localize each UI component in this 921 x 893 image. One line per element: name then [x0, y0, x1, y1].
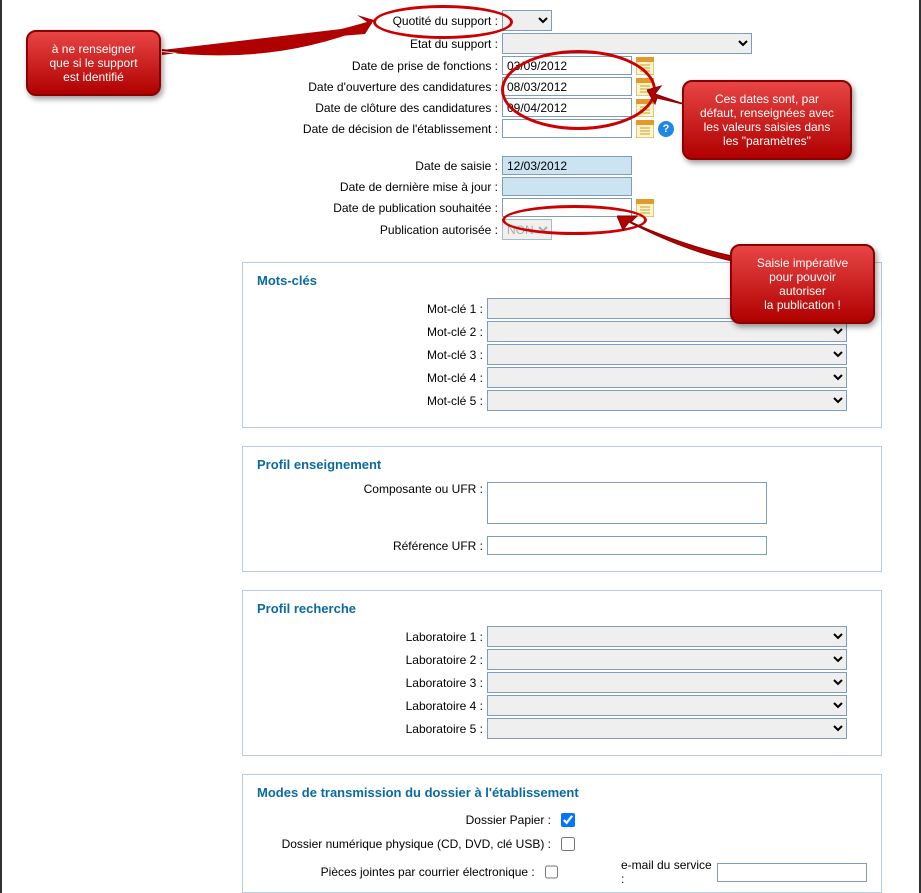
calendar-icon[interactable]	[636, 57, 654, 75]
pj-email-label: Pièces jointes par courrier électronique…	[257, 865, 541, 879]
labo1-select[interactable]	[487, 626, 847, 647]
date-prise-fonctions-input[interactable]	[502, 56, 632, 75]
motcle4-label: Mot-clé 4 :	[257, 371, 487, 385]
profil-rech-panel: Profil recherche Laboratoire 1 : Laborat…	[242, 590, 882, 756]
email-service-label: e-mail du service :	[621, 858, 717, 886]
modes-panel: Modes de transmission du dossier à l'éta…	[242, 774, 882, 893]
motcle4-select[interactable]	[487, 367, 847, 388]
dossier-papier-checkbox[interactable]	[561, 813, 575, 827]
labo5-select[interactable]	[487, 718, 847, 739]
date-maj-label: Date de dernière mise à jour :	[242, 180, 502, 194]
profil-ens-panel: Profil enseignement Composante ou UFR : …	[242, 446, 882, 572]
labo3-label: Laboratoire 3 :	[257, 676, 487, 690]
labo2-label: Laboratoire 2 :	[257, 653, 487, 667]
ref-ufr-input[interactable]	[487, 536, 767, 555]
profil-rech-title: Profil recherche	[257, 601, 867, 616]
labo2-select[interactable]	[487, 649, 847, 670]
date-pub-label: Date de publication souhaitée :	[242, 201, 502, 215]
modes-title: Modes de transmission du dossier à l'éta…	[257, 785, 867, 800]
calendar-icon[interactable]	[636, 120, 654, 138]
etat-support-label: Etat du support :	[242, 37, 502, 51]
motcle5-label: Mot-clé 5 :	[257, 394, 487, 408]
labo4-select[interactable]	[487, 695, 847, 716]
calendar-icon[interactable]	[636, 78, 654, 96]
motcle3-label: Mot-clé 3 :	[257, 348, 487, 362]
date-saisie-input	[502, 156, 632, 175]
dossier-papier-label: Dossier Papier :	[257, 813, 557, 827]
labo5-label: Laboratoire 5 :	[257, 722, 487, 736]
date-maj-input	[502, 177, 632, 196]
composante-label: Composante ou UFR :	[257, 482, 487, 496]
date-pub-input[interactable]	[502, 198, 632, 217]
motcle2-label: Mot-clé 2 :	[257, 325, 487, 339]
help-icon[interactable]: ?	[658, 121, 674, 137]
labo1-label: Laboratoire 1 :	[257, 630, 487, 644]
calendar-icon[interactable]	[636, 199, 654, 217]
date-decision-label: Date de décision de l'établissement :	[242, 122, 502, 136]
etat-support-select[interactable]	[502, 33, 752, 54]
date-ouverture-label: Date d'ouverture des candidatures :	[242, 80, 502, 94]
annotation-callout: Ces dates sont, par défaut, renseignées …	[682, 80, 852, 160]
quotite-support-label: Quotité du support :	[242, 14, 502, 28]
motcle3-select[interactable]	[487, 344, 847, 365]
labo4-label: Laboratoire 4 :	[257, 699, 487, 713]
annotation-callout: à ne renseigner que si le support est id…	[26, 30, 161, 96]
pub-autorisee-label: Publication autorisée :	[242, 223, 502, 237]
date-decision-input[interactable]	[502, 119, 632, 138]
date-ouverture-input[interactable]	[502, 77, 632, 96]
profil-ens-title: Profil enseignement	[257, 457, 867, 472]
pub-autorisee-select: NON	[502, 219, 552, 240]
email-service-input[interactable]	[717, 863, 867, 882]
dossier-num-checkbox[interactable]	[561, 837, 575, 851]
ref-ufr-label: Référence UFR :	[257, 539, 487, 553]
calendar-icon[interactable]	[636, 99, 654, 117]
quotite-support-select[interactable]	[502, 10, 552, 31]
motcle5-select[interactable]	[487, 390, 847, 411]
date-prise-fonctions-label: Date de prise de fonctions :	[242, 59, 502, 73]
motcle2-select[interactable]	[487, 321, 847, 342]
composante-textarea[interactable]	[487, 482, 767, 524]
date-cloture-label: Date de clôture des candidatures :	[242, 101, 502, 115]
annotation-callout: Saisie impérative pour pouvoir autoriser…	[730, 244, 875, 324]
labo3-select[interactable]	[487, 672, 847, 693]
pj-email-checkbox[interactable]	[545, 865, 558, 879]
date-saisie-label: Date de saisie :	[242, 159, 502, 173]
date-cloture-input[interactable]	[502, 98, 632, 117]
dossier-num-label: Dossier numérique physique (CD, DVD, clé…	[257, 837, 557, 851]
motcle1-label: Mot-clé 1 :	[257, 302, 487, 316]
